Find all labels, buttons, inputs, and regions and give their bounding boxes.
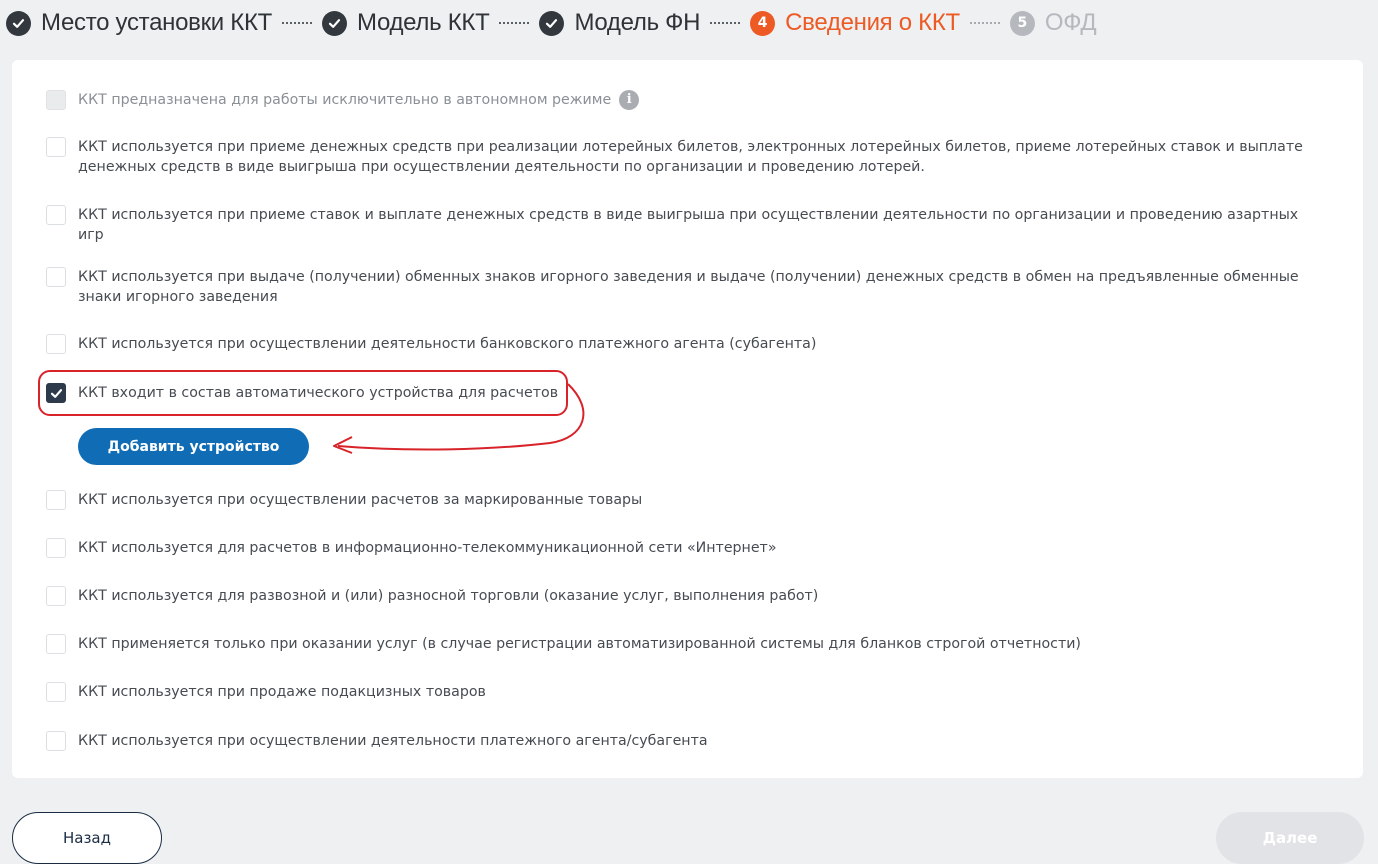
option-label: ККТ используется при приеме денежных сре…: [78, 139, 1303, 175]
option-services-only[interactable]: ККТ применяется только при оказании услу…: [46, 634, 1326, 654]
option-delivery-trade[interactable]: ККТ используется для развозной и (или) р…: [46, 586, 1326, 606]
checkbox[interactable]: [46, 634, 66, 654]
step-divider: [282, 22, 312, 24]
option-label: ККТ используется при приеме ставок и вып…: [78, 207, 1299, 243]
option-excise-goods[interactable]: ККТ используется при продаже подакцизных…: [46, 682, 1326, 702]
step-place[interactable]: Место установки ККТ: [6, 9, 272, 37]
step-divider: [499, 22, 530, 24]
step-divider: [710, 22, 741, 24]
checkbox[interactable]: [46, 490, 66, 510]
option-label: ККТ предназначена для работы исключитель…: [78, 92, 612, 108]
info-icon[interactable]: i: [619, 90, 640, 110]
checkbox[interactable]: [46, 538, 66, 558]
step-number-badge: 4: [750, 10, 776, 36]
checkbox[interactable]: [46, 205, 66, 225]
option-marked-goods[interactable]: ККТ используется при осуществлении расче…: [46, 490, 1326, 510]
check-icon: [539, 10, 565, 36]
option-gambling-tokens[interactable]: ККТ используется при выдаче (получении) …: [46, 267, 1326, 307]
checkbox[interactable]: [46, 334, 66, 354]
option-label: ККТ используется при выдаче (получении) …: [78, 269, 1299, 305]
annotation-arrow-icon: [333, 383, 585, 454]
option-internet[interactable]: ККТ используется для расчетов в информац…: [46, 538, 1326, 558]
option-autonomous[interactable]: ККТ предназначена для работы исключитель…: [46, 90, 1326, 110]
step-kkt-info[interactable]: 4 Сведения о ККТ: [750, 9, 960, 37]
option-label: ККТ используется при осуществлении деяте…: [78, 733, 708, 749]
next-button[interactable]: Далее: [1216, 812, 1364, 864]
stepper: Место установки ККТ Модель ККТ Модель ФН…: [0, 0, 1097, 46]
check-icon: [322, 10, 347, 36]
step-label: Место установки ККТ: [41, 9, 272, 36]
check-icon: [6, 10, 31, 36]
back-button[interactable]: Назад: [12, 812, 162, 864]
kkt-info-card: ККТ предназначена для работы исключитель…: [12, 60, 1363, 778]
option-label: ККТ применяется только при оказании услу…: [78, 636, 1081, 652]
checkbox[interactable]: [46, 731, 66, 751]
option-label: ККТ используется для расчетов в информац…: [78, 540, 777, 556]
step-label: ОФД: [1044, 9, 1097, 36]
option-gambling[interactable]: ККТ используется при приеме ставок и вып…: [46, 205, 1326, 245]
checkbox[interactable]: [46, 90, 66, 110]
step-label: Сведения о ККТ: [785, 9, 960, 36]
option-label: ККТ используется при осуществлении деяте…: [78, 336, 817, 352]
checkbox[interactable]: [46, 586, 66, 606]
option-bank-agent[interactable]: ККТ используется при осуществлении деяте…: [46, 334, 1326, 354]
option-payment-agent[interactable]: ККТ используется при осуществлении деяте…: [46, 731, 1326, 751]
checkbox[interactable]: [46, 137, 66, 157]
step-fn-model[interactable]: Модель ФН: [539, 9, 700, 37]
option-label: ККТ используется при осуществлении расче…: [78, 492, 643, 508]
option-lottery[interactable]: ККТ используется при приеме денежных сре…: [46, 137, 1326, 177]
checkbox[interactable]: [46, 682, 66, 702]
add-device-button[interactable]: Добавить устройство: [78, 428, 309, 465]
step-label: Модель ФН: [574, 9, 701, 36]
step-ofd: 5 ОФД: [1009, 9, 1097, 37]
option-label: ККТ используется при продаже подакцизных…: [78, 684, 486, 700]
step-divider: [969, 22, 1000, 24]
step-kkt-model[interactable]: Модель ККТ: [322, 9, 490, 37]
option-label: ККТ используется для развозной и (или) р…: [78, 588, 819, 604]
step-number-badge: 5: [1009, 10, 1035, 36]
checkbox[interactable]: [46, 267, 66, 287]
step-label: Модель ККТ: [357, 9, 490, 36]
